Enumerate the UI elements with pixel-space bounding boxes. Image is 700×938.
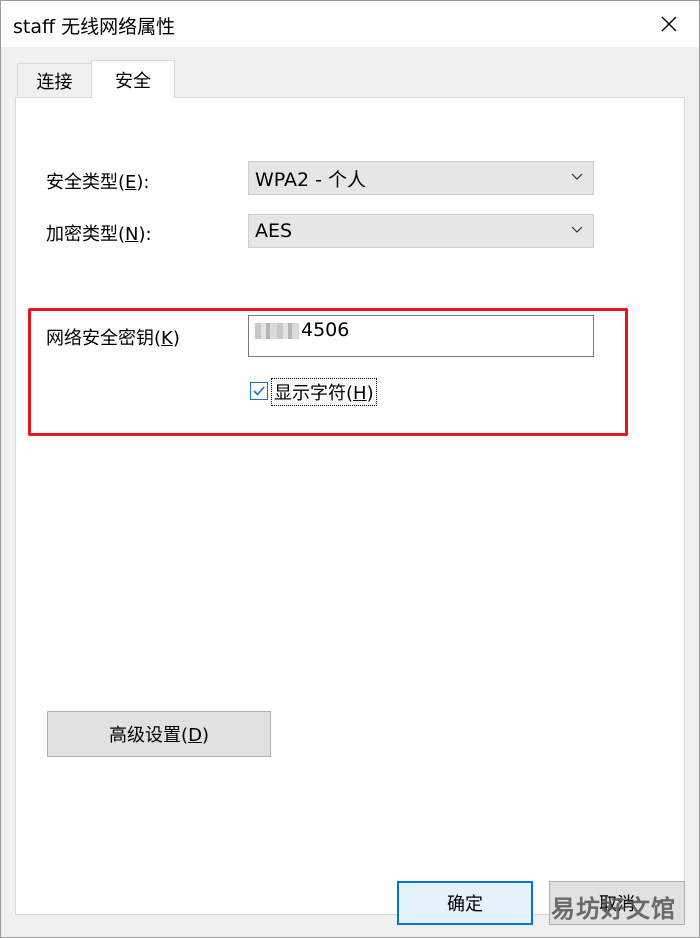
blurred-key-segment (255, 323, 299, 339)
tab-connection[interactable]: 连接 (17, 63, 92, 97)
show-characters-label[interactable]: 显示字符(H) (271, 378, 377, 406)
tab-control: 连接 安全 安全类型(E): WPA2 - 个人 加密类型(N): AES 网络… (1, 47, 699, 937)
tab-security-label: 安全 (115, 70, 151, 92)
close-icon (661, 16, 677, 32)
encryption-type-value: AES (255, 220, 293, 242)
encryption-type-dropdown[interactable]: AES (248, 214, 594, 248)
security-type-value: WPA2 - 个人 (255, 168, 367, 191)
checkmark-icon (253, 386, 265, 396)
encryption-type-label: 加密类型(N): (46, 224, 152, 245)
close-button[interactable] (639, 1, 699, 47)
chevron-down-icon (571, 226, 583, 233)
advanced-settings-label: 高级设置(D) (109, 725, 209, 746)
ok-button[interactable]: 确定 (397, 881, 533, 925)
chevron-down-icon (571, 173, 583, 180)
tab-connection-label: 连接 (36, 71, 73, 93)
watermark: 易坊好文馆 (551, 895, 676, 923)
network-key-input[interactable]: 4506 (248, 315, 594, 357)
advanced-settings-button[interactable]: 高级设置(D) (47, 711, 271, 757)
security-panel: 安全类型(E): WPA2 - 个人 加密类型(N): AES 网络安全密钥(K… (15, 97, 685, 915)
show-characters-checkbox[interactable] (250, 382, 268, 400)
ok-button-label: 确定 (447, 894, 483, 915)
tab-security[interactable]: 安全 (91, 60, 175, 98)
dialog-window: staff 无线网络属性 连接 安全 安全类型(E): WPA2 - 个人 加密… (0, 0, 700, 938)
security-type-label: 安全类型(E): (46, 172, 150, 193)
window-title: staff 无线网络属性 (13, 16, 176, 38)
title-bar: staff 无线网络属性 (1, 1, 699, 47)
network-key-label: 网络安全密钥(K) (46, 328, 180, 349)
security-type-dropdown[interactable]: WPA2 - 个人 (248, 161, 594, 195)
network-key-value: 4506 (301, 319, 350, 341)
